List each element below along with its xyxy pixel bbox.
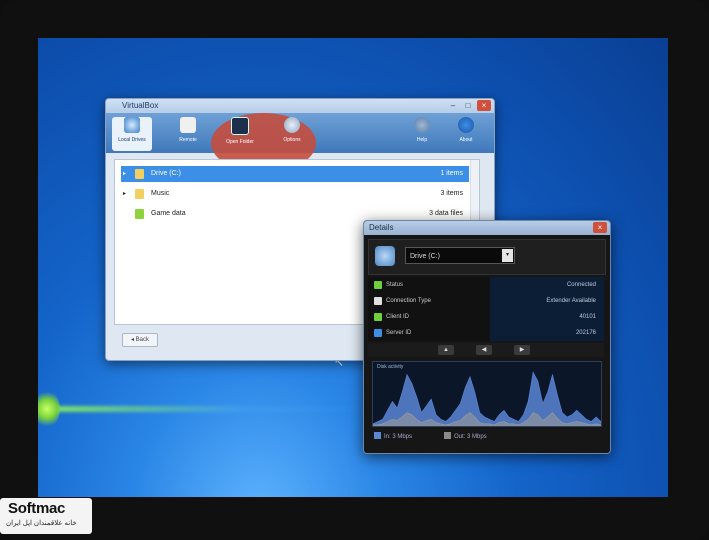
property-key: Status [386,282,404,288]
wallpaper-glow [38,390,60,428]
item-name: Drive (C:) [151,170,181,177]
details-header: Drive (C:) ▾ [368,239,606,275]
server-icon [374,329,382,337]
client-icon [374,313,382,321]
previous-button[interactable]: ◀ [476,345,492,355]
toolbar-remote-button[interactable]: Remote [168,117,208,151]
graph-legend: In: 3 Mbps Out: 3 Mbps [372,431,600,443]
details-toolbar: ▲ ◀ ▶ [368,343,604,357]
legend-swatch [444,432,451,439]
status-icon [374,281,382,289]
window-title: Details [369,223,394,232]
desktop: ↖ VirtualBox – □ × Local Drives Remote O… [38,38,668,497]
watermark-tagline: خانه علاقمندان اپل ایران [6,520,77,527]
expand-caret-icon[interactable]: ▸ [123,186,126,202]
item-name: Game data [151,210,186,217]
toolbar-label: Remote [179,137,197,143]
options-icon [284,117,300,133]
next-button[interactable]: ▶ [514,345,530,355]
folder-icon [135,169,144,179]
legend-label: Out: 3 Mbps [454,434,487,440]
back-button[interactable]: ◂ Back [122,333,158,347]
toolbar-label: Local Drives [118,137,146,143]
title-bar[interactable]: VirtualBox – □ × [106,99,494,113]
folder-icon [231,117,249,135]
property-row: Server ID 202176 [368,325,604,341]
folder-icon [135,189,144,199]
toolbar-label: About [459,137,473,143]
item-name: Music [151,190,170,197]
property-value: 40101 [579,314,596,320]
toolbar-label: Options [283,137,301,143]
expand-caret-icon[interactable]: ▸ [123,166,126,182]
item-size: 1 items [440,170,463,177]
list-item[interactable]: ▸ Music 3 items [121,186,469,202]
property-row: Connection Type Extender Available [368,293,604,309]
help-icon [414,117,430,133]
close-button[interactable]: × [593,222,607,233]
remote-icon [180,117,196,133]
property-key: Server ID [386,330,412,336]
file-icon [135,209,144,219]
details-window: Details × Drive (C:) ▾ Status Connected … [363,220,611,454]
drive-select-value: Drive (C:) [410,253,440,260]
watermark-brand: Softmac [8,500,66,517]
info-icon [458,117,474,133]
toolbar-help-button[interactable]: Help [402,117,442,151]
property-value: 202176 [575,330,596,336]
legend-swatch [374,432,381,439]
drive-select[interactable]: Drive (C:) ▾ [405,247,515,264]
activity-graph: Disk activity [372,361,602,427]
property-row: Status Connected [368,277,604,293]
item-size: 3 items [440,190,463,197]
toolbar-options-button[interactable]: Options [272,117,312,151]
property-value: Connected [566,282,596,288]
drive-icon [124,117,140,133]
close-button[interactable]: × [477,100,491,111]
toolbar-about-button[interactable]: About [446,117,486,151]
toolbar: Local Drives Remote Open Folder Options … [106,113,494,173]
connection-icon [374,297,382,305]
property-value: Extender Available [546,298,596,304]
maximize-button[interactable]: □ [461,100,475,111]
toolbar-local-drives-button[interactable]: Local Drives [112,117,152,151]
legend-item-out: Out: 3 Mbps [444,431,487,443]
minimize-button[interactable]: – [446,100,460,111]
watermark-logo: Softmac خانه علاقمندان اپل ایران [0,498,92,534]
list-item[interactable]: ▸ Drive (C:) 1 items [121,166,469,182]
window-title: VirtualBox [122,101,159,110]
wallpaper-light-streak [38,406,378,412]
property-key: Client ID [386,314,410,320]
toolbar-label: Help [416,137,428,143]
property-row: Client ID 40101 [368,309,604,325]
legend-item-in: In: 3 Mbps [374,431,412,443]
title-bar[interactable]: Details × [364,221,610,235]
activity-graph-plot [373,371,601,426]
upload-button[interactable]: ▲ [438,345,454,355]
toolbar-open-folder-button[interactable]: Open Folder [220,117,260,151]
toolbar-label: Open Folder [226,139,254,145]
property-key: Connection Type [386,298,431,304]
legend-label: In: 3 Mbps [384,434,413,440]
drive-icon [375,246,395,266]
chevron-down-icon[interactable]: ▾ [502,249,513,262]
properties-panel: Status Connected Connection Type Extende… [368,277,604,341]
